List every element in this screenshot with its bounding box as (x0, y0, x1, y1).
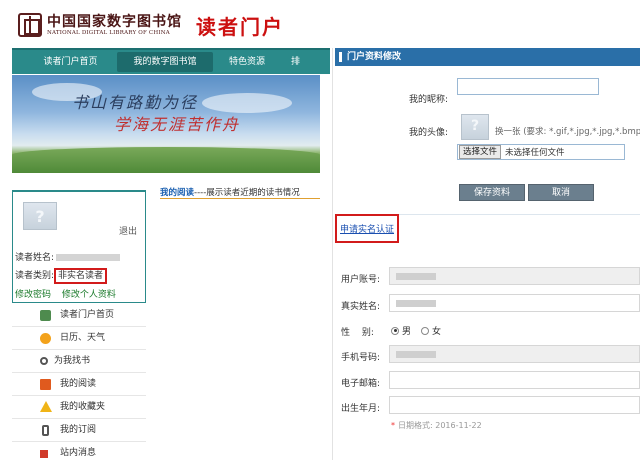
profile-panel: 门户资料修改 我的昵称: 我的头像: 换一张 (要求: *.gif,*.jpg,… (335, 48, 640, 460)
library-logo-icon (18, 13, 42, 37)
gender-female-label: 女 (432, 327, 442, 337)
nav-more[interactable]: 排 (281, 50, 311, 74)
search-icon (40, 357, 48, 365)
reader-name-label: 读者姓名: (15, 253, 55, 263)
date-format-tip: * 日期格式: 2016-11-22 (391, 420, 482, 431)
redacted-phone (396, 351, 436, 358)
sidebar-item-reader-home[interactable]: 读者门户首页 (12, 304, 146, 327)
speaker-icon (40, 450, 48, 458)
portal-title: 读者门户 (196, 14, 284, 39)
nav-featured[interactable]: 特色资源 (213, 50, 281, 74)
gender-radio-group: 男 女 (391, 324, 451, 337)
email-field[interactable] (389, 371, 640, 389)
home-icon (40, 310, 51, 321)
date-format-text: 日期格式: 2016-11-22 (398, 421, 482, 430)
phone-label: 手机号码: (341, 353, 381, 363)
sidebar-item-label: 我的订阅 (60, 425, 97, 435)
reader-type-value: 非实名读者 (54, 268, 108, 284)
redacted-name (56, 254, 121, 261)
cancel-button[interactable]: 取消 (528, 184, 594, 201)
redacted-account (396, 273, 436, 280)
email-label: 电子邮箱: (341, 379, 381, 389)
my-reading-header: 我的阅读----展示读者近期的读书情况 (160, 186, 300, 198)
avatar-label: 我的头像: (409, 128, 449, 138)
grassland-shape (12, 147, 320, 173)
panel-title: 门户资料修改 (335, 48, 640, 66)
account-label: 用户账号: (341, 275, 381, 285)
change-avatar-tip[interactable]: 换一张 (要求: *.gif,*.jpg,*.jpg,*.bmp (495, 125, 640, 137)
reader-name-row: 读者姓名: (15, 250, 121, 263)
birth-date-field[interactable] (389, 396, 640, 414)
radio-empty-icon (421, 326, 430, 335)
banner-line-2: 学海无涯苦作舟 (114, 115, 241, 134)
avatar-preview (461, 114, 489, 140)
sidebar-item-find-books[interactable]: 为我找书 (12, 350, 146, 373)
sidebar-item-my-reading[interactable]: 我的阅读 (12, 373, 146, 396)
sidebar-item-calendar-weather[interactable]: 日历、天气 (12, 327, 146, 350)
nickname-label: 我的昵称: (409, 95, 449, 105)
reading-divider (160, 198, 320, 199)
my-reading-link[interactable]: 我的阅读 (160, 188, 194, 198)
edit-profile-link[interactable]: 修改个人资料 (62, 290, 116, 300)
reader-type-row: 读者类别: 非实名读者 (15, 268, 108, 284)
banner-image: 书山有路勤为径 学海无涯苦作舟 (12, 75, 320, 173)
birth-label: 出生年月: (341, 404, 381, 414)
main-nav: 读者门户首页 我的数字图书馆 特色资源 排 (12, 48, 330, 74)
radio-selected-icon (391, 326, 399, 335)
logout-link[interactable]: 退出 (119, 224, 137, 237)
my-reading-desc: ----展示读者近期的读书情况 (194, 188, 300, 198)
star-icon (40, 401, 52, 412)
nickname-input[interactable] (457, 78, 599, 95)
library-logo[interactable]: 中国国家数字图书馆 NATIONAL DIGITAL LIBRARY OF CH… (47, 14, 182, 37)
sun-icon (40, 333, 51, 344)
save-button[interactable]: 保存资料 (459, 184, 525, 201)
nav-my-library[interactable]: 我的数字图书馆 (117, 52, 213, 72)
sidebar-item-label: 读者门户首页 (60, 310, 115, 320)
phone-icon (42, 425, 49, 436)
logo-en-text: NATIONAL DIGITAL LIBRARY OF CHINA (47, 29, 170, 36)
gender-male-label: 男 (402, 327, 412, 337)
avatar (23, 202, 57, 230)
sidebar-item-label: 日历、天气 (60, 333, 106, 343)
gender-label: 性 别: (341, 328, 374, 338)
logo-cn-text: 中国国家数字图书馆 (47, 13, 182, 30)
phone-field[interactable] (389, 345, 640, 363)
gender-male-option[interactable]: 男 (391, 324, 411, 337)
banner-line-1: 书山有路勤为径 (72, 93, 199, 112)
panel-divider (332, 48, 333, 460)
realname-field[interactable] (389, 294, 640, 312)
account-field[interactable] (389, 267, 640, 285)
user-info-box: 退出 读者姓名: 读者类别:非实名读者 修改密码 修改个人资料 (12, 190, 146, 303)
page: 中国国家数字图书馆 NATIONAL DIGITAL LIBRARY OF CH… (0, 0, 640, 460)
sidebar-item-label: 为我找书 (54, 356, 91, 366)
sidebar-menu: 读者门户首页 日历、天气 为我找书 我的阅读 我的收藏夹 我的订阅 站内消息 (12, 304, 146, 460)
cloud-shape (202, 93, 292, 113)
sidebar-item-favorites[interactable]: 我的收藏夹 (12, 396, 146, 419)
sidebar-item-label: 我的收藏夹 (60, 402, 106, 412)
file-picker: 选择文件 未选择任何文件 (457, 144, 625, 160)
gender-female-option[interactable]: 女 (421, 324, 441, 337)
reader-type-label: 读者类别: (15, 271, 55, 281)
required-mark: * (391, 421, 395, 430)
change-password-link[interactable]: 修改密码 (15, 290, 51, 300)
no-file-text: 未选择任何文件 (505, 148, 565, 158)
sidebar-item-label: 站内消息 (60, 448, 97, 458)
realname-label: 真实姓名: (341, 302, 381, 312)
site-header: 中国国家数字图书馆 NATIONAL DIGITAL LIBRARY OF CH… (18, 8, 284, 42)
sidebar-item-subscriptions[interactable]: 我的订阅 (12, 419, 146, 442)
book-icon (40, 379, 51, 390)
apply-realname-link[interactable]: 申请实名认证 (335, 214, 400, 243)
sidebar-item-label: 我的阅读 (60, 379, 97, 389)
choose-file-button[interactable]: 选择文件 (459, 145, 502, 159)
nav-reader-home[interactable]: 读者门户首页 (12, 50, 117, 74)
redacted-realname (396, 300, 436, 307)
user-links: 修改密码 修改个人资料 (15, 287, 124, 300)
sidebar-item-messages[interactable]: 站内消息 (12, 442, 146, 460)
